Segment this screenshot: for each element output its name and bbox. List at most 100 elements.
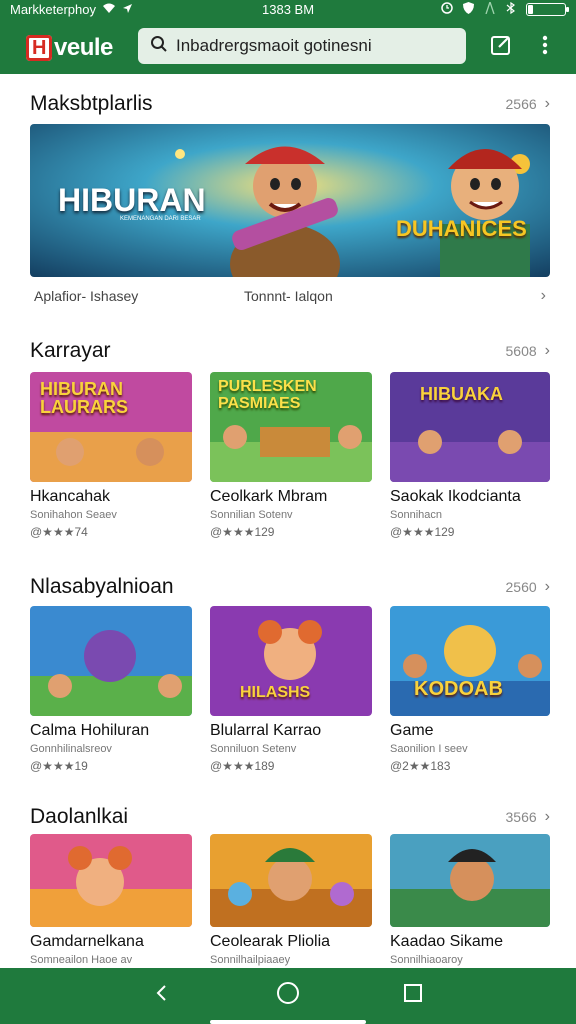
game-card[interactable]: KODOAB Game Saonilion I seev @2★★183 xyxy=(390,606,550,773)
card-title: Blularral Karrao xyxy=(210,722,322,739)
card-subtitle: Sonniluon Setenv xyxy=(210,743,297,755)
card-title: Calma Hohiluran xyxy=(30,722,150,739)
chevron-right-icon: › xyxy=(544,342,550,359)
search-bar[interactable] xyxy=(138,28,466,64)
shield-icon xyxy=(463,2,474,16)
section-title: Karrayar xyxy=(30,339,111,362)
game-thumbnail: KODOAB xyxy=(390,606,550,716)
banner-subtext: KEMENANGAN DARI BESAR xyxy=(120,216,201,222)
thumbnail-text: PURLESKEN PASMIAES xyxy=(218,378,317,412)
card-subtitle: Sonnilhailpiaaey xyxy=(210,954,291,966)
card-rating: @★★★19 xyxy=(30,759,88,773)
game-card[interactable]: PURLESKEN PASMIAES Ceolkark Mbram Sonnil… xyxy=(210,372,372,539)
card-subtitle: Sonnilian Sotenv xyxy=(210,509,293,521)
card-subtitle: Sonnihacn xyxy=(390,509,442,521)
clock: 1383 BM xyxy=(262,1,315,17)
thumbnail-text: HILASHS xyxy=(240,684,311,701)
card-title: Gamdarnelkana xyxy=(30,933,144,950)
edit-icon[interactable] xyxy=(490,34,512,60)
game-section: Karrayar 5608 › HIBURAN LAURARS Hkancaha… xyxy=(30,336,550,539)
home-icon[interactable] xyxy=(268,981,308,1011)
thumbnail-text: KODOAB xyxy=(414,678,503,700)
status-bar: Markketerphoy 1383 BM xyxy=(0,0,576,18)
more-vert-icon[interactable] xyxy=(540,34,550,60)
home-indicator xyxy=(210,1020,366,1024)
game-thumbnail xyxy=(390,834,550,927)
card-subtitle: Saonilion I seev xyxy=(390,743,468,755)
game-thumbnail xyxy=(30,606,192,716)
game-card[interactable]: HILASHS Blularral Karrao Sonniluon Seten… xyxy=(210,606,372,773)
thumbnail-text: HIBURAN LAURARS xyxy=(40,379,128,417)
chevron-right-icon: › xyxy=(540,287,546,304)
logo-text: veule xyxy=(54,34,113,61)
section-title: Daolanlkai xyxy=(30,805,129,828)
back-icon[interactable] xyxy=(143,983,183,1009)
card-title: Saokak Ikodcianta xyxy=(390,488,521,505)
card-rating: @★★★129 xyxy=(210,525,275,539)
game-thumbnail: HIBUAKA xyxy=(390,372,550,482)
game-card[interactable]: Gamdarnelkana Somneailon Haoe av xyxy=(30,834,192,966)
carrier-label: Markketerphoy xyxy=(10,1,96,17)
game-thumbnail xyxy=(210,834,372,927)
card-rating: @★★★74 xyxy=(30,525,88,539)
bluetooth-icon xyxy=(506,1,516,16)
section-count: 2566 xyxy=(505,96,537,112)
thumbnail-text: HIBUAKA xyxy=(420,384,503,404)
card-subtitle: Gonnhilinalsreov xyxy=(30,743,112,755)
card-subtitle: Somneailon Haoe av xyxy=(30,954,133,966)
signal-icon xyxy=(484,0,496,16)
game-thumbnail: HILASHS xyxy=(210,606,372,716)
section-more-link[interactable]: 5608 › xyxy=(506,342,550,360)
chevron-right-icon: › xyxy=(544,95,550,112)
game-card[interactable]: HIBUAKA Saokak Ikodcianta Sonnihacn @★★★… xyxy=(390,372,550,539)
location-icon xyxy=(122,3,133,16)
game-thumbnail: PURLESKEN PASMIAES xyxy=(210,372,372,482)
app-logo[interactable]: H veule xyxy=(26,34,113,62)
game-card[interactable]: Kaadao Sikame Sonnilhiaoaroy xyxy=(390,834,550,966)
featured-banner[interactable]: HIBURAN KEMENANGAN DARI BESAR DUHANICES xyxy=(30,124,550,277)
game-card[interactable]: Calma Hohiluran Gonnhilinalsreov @★★★19 xyxy=(30,606,192,773)
card-subtitle: Sonnilhiaoaroy xyxy=(390,954,463,966)
card-title: Ceolearak Pliolia xyxy=(210,933,331,950)
game-thumbnail: HIBURAN LAURARS xyxy=(30,372,192,482)
app-bar: Markketerphoy 1383 BM H veule Inbadrergs… xyxy=(0,0,576,74)
game-card[interactable]: Ceolearak Pliolia Sonnilhailpiaaey xyxy=(210,834,372,966)
banner-meta[interactable]: Aplafior- Ishasey Tonnnt- Ialqon › xyxy=(34,287,546,304)
section-count: 3566 xyxy=(505,809,537,825)
wifi-icon xyxy=(102,3,116,16)
game-thumbnail xyxy=(30,834,192,927)
card-title: Hkancahak xyxy=(30,488,111,505)
banner-meta-left: Aplafior- Ishasey xyxy=(34,288,139,304)
card-rating: @★★★129 xyxy=(390,525,455,539)
chevron-right-icon: › xyxy=(544,808,550,825)
section-more-link[interactable]: 2566 › xyxy=(506,95,550,113)
game-card[interactable]: HIBURAN LAURARS Hkancahak Sonihahon Seae… xyxy=(30,372,192,539)
chevron-right-icon: › xyxy=(544,578,550,595)
card-title: Kaadao Sikame xyxy=(390,933,503,950)
section-title: Maksbtplarlis xyxy=(30,92,153,115)
search-icon xyxy=(150,35,168,58)
search-input[interactable] xyxy=(176,36,454,56)
card-rating: @★★★189 xyxy=(210,759,275,773)
toolbar: H veule xyxy=(0,26,576,68)
banner-meta-right: Tonnnt- Ialqon xyxy=(244,288,333,304)
banner-headline: HIBURAN xyxy=(58,182,206,218)
featured-section: Maksbtplarlis 2566 › xyxy=(30,89,550,119)
card-title: Game xyxy=(390,722,434,739)
system-nav-bar xyxy=(0,968,576,1024)
battery-icon xyxy=(526,2,569,16)
logo-mark: H xyxy=(26,35,52,61)
section-count: 2560 xyxy=(505,579,537,595)
banner-badge: DUHANICES xyxy=(396,216,527,241)
card-subtitle: Sonihahon Seaev xyxy=(30,509,117,521)
section-title: Nlasabyalnioan xyxy=(30,575,174,598)
recents-icon[interactable] xyxy=(393,983,433,1009)
card-rating: @2★★183 xyxy=(390,759,451,773)
card-title: Ceolkark Mbram xyxy=(210,488,328,505)
alarm-icon xyxy=(441,2,453,16)
game-section: Daolanlkai 3566 › Gamdarnelkana Somneail… xyxy=(30,802,550,966)
section-count: 5608 xyxy=(505,343,537,359)
section-more-link[interactable]: 3566 › xyxy=(506,808,550,826)
section-more-link[interactable]: 2560 › xyxy=(506,578,550,596)
game-section: Nlasabyalnioan 2560 › Calma Hohiluran Go… xyxy=(30,572,550,773)
